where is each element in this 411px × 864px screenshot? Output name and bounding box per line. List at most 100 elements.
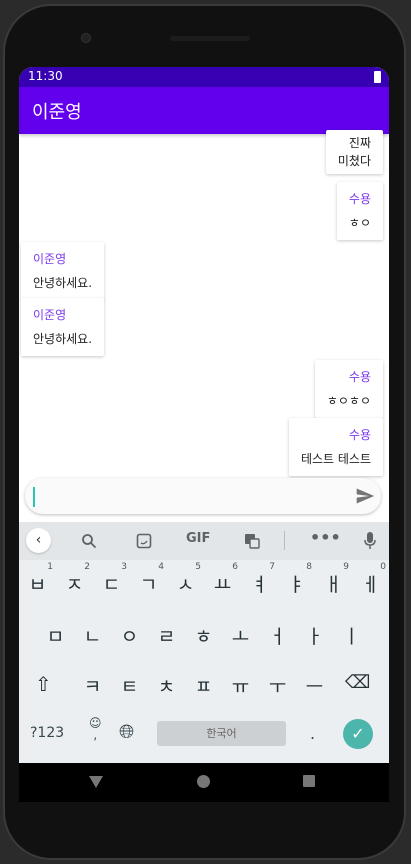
key[interactable]: ㅅ5 (167, 562, 204, 597)
key[interactable]: ㄷ3 (93, 562, 130, 597)
toolbar-divider (284, 531, 285, 550)
enter-check-icon[interactable]: ✓ (343, 719, 373, 749)
sender-name: 수용 (348, 370, 371, 384)
key-hint: 3 (121, 562, 127, 572)
key-hint: 4 (158, 562, 164, 572)
key-label: ㅇ (120, 626, 139, 648)
recents-nav-icon[interactable] (303, 775, 315, 787)
page-title: 이준영 (32, 102, 82, 123)
message-bubble: 수용 ㅎㅇㅎㅇ (314, 360, 383, 418)
navigation-bar (19, 763, 389, 802)
message-text: 안녕하세요. (33, 276, 93, 290)
key-label: ㅓ (268, 626, 287, 648)
key-label: ㅈ (65, 574, 84, 596)
chat-list[interactable]: 진짜 미쳤다 수용 ㅎㅇ 이준영 안녕하세요. 이준영 안녕하세요. 수용 ㅎㅇㅎㅇ 수용 테스트 … (19, 130, 389, 476)
key-hint: 7 (269, 562, 275, 572)
more-icon[interactable]: ••• (310, 528, 341, 547)
key[interactable]: ㅗ (222, 622, 259, 649)
key-label: ㅠ (231, 676, 250, 698)
key[interactable]: ㅡ (296, 672, 333, 699)
key-label: ㅕ (250, 574, 269, 596)
key[interactable]: ㅠ (222, 672, 259, 699)
message-bubble: 수용 ㅎㅇ (336, 182, 383, 240)
key-label: ㄷ (102, 574, 121, 596)
message-bubble: 진짜 미쳤다 (325, 130, 383, 174)
message-bubble: 이준영안녕하세요. (21, 298, 105, 356)
key[interactable]: ㅑ8 (278, 562, 315, 597)
key-label: ㅛ (213, 574, 232, 596)
key[interactable]: ㅜ (259, 672, 296, 699)
key-label: ㅁ (46, 626, 65, 648)
key-label: , (93, 728, 98, 742)
key-label: ㅋ (83, 676, 102, 698)
symbols-key[interactable]: ?123 (30, 725, 64, 741)
key[interactable]: ㅏ (296, 622, 333, 649)
status-time: 11:30 (28, 69, 63, 83)
comma-emoji-key[interactable]: ☺, (89, 717, 102, 741)
key-label: ㅗ (231, 626, 250, 648)
search-icon[interactable] (81, 533, 97, 549)
key[interactable]: ㅛ6 (204, 562, 241, 597)
message-input[interactable] (25, 478, 381, 514)
battery-icon (374, 71, 381, 83)
key[interactable]: ㄱ4 (130, 562, 167, 597)
key[interactable]: ㄴ (74, 622, 111, 649)
key-label: ㅏ (305, 626, 324, 648)
message-text: 안녕하세요. (33, 332, 93, 346)
period-key[interactable]: . (310, 724, 315, 743)
translate-icon[interactable] (244, 533, 260, 549)
keyboard: ‹ GIF ••• ㅂ1ㅈ2ㄷ3ㄱ4ㅅ5ㅛ6ㅕ7ㅑ8ㅐ9ㅔ0ㅁㄴㅇㄹㅎㅗㅓㅏㅣㅋ… (19, 522, 389, 763)
key[interactable]: ㅎ (185, 622, 222, 649)
key[interactable]: ㅍ (185, 672, 222, 699)
key[interactable]: ㅣ (333, 622, 370, 649)
sender-name: 이준영 (33, 308, 67, 322)
key[interactable]: ㅓ (259, 622, 296, 649)
sticker-icon[interactable] (136, 533, 152, 549)
key-hint: 1 (47, 562, 53, 572)
shift-key[interactable]: ⇧ (35, 672, 52, 696)
key-label: ㅡ (305, 676, 324, 698)
message-bubble: 수용테스트 테스트 (288, 418, 383, 476)
key[interactable]: ㅌ (111, 672, 148, 699)
key-label: ㄹ (157, 626, 176, 648)
key[interactable]: ㅐ9 (315, 562, 352, 597)
key-hint: 0 (380, 562, 386, 572)
message-text: 진짜 미쳤다 (337, 136, 371, 168)
key-hint: 6 (232, 562, 238, 572)
key[interactable]: ㅋ (74, 672, 111, 699)
chevron-left-icon[interactable]: ‹ (26, 528, 51, 553)
home-nav-icon[interactable] (197, 775, 210, 788)
sender-name: 수용 (348, 192, 371, 206)
key[interactable]: ㅁ (37, 622, 74, 649)
key-hint: 9 (343, 562, 349, 572)
status-bar: 11:30 (19, 67, 389, 87)
key-label: ㅔ (361, 574, 380, 596)
key[interactable]: ㅕ7 (241, 562, 278, 597)
mic-icon[interactable] (364, 532, 376, 550)
message-text: ㅎㅇㅎㅇ (326, 394, 371, 408)
key-label: ㅑ (287, 574, 306, 596)
key[interactable]: ㅇ (111, 622, 148, 649)
key-hint: 5 (195, 562, 201, 572)
key-label: ㅐ (324, 574, 343, 596)
send-icon[interactable] (355, 486, 375, 506)
speaker (170, 36, 250, 41)
key[interactable]: ㄹ (148, 622, 185, 649)
back-nav-icon[interactable] (89, 775, 103, 789)
key[interactable]: ㅂ1 (19, 562, 56, 597)
backspace-icon[interactable]: ⌫ (345, 672, 370, 693)
key-hint: 8 (306, 562, 312, 572)
screen: 11:30 이준영 진짜 미쳤다 수용 ㅎㅇ 이준영 안녕하세요. 이준영 안녕하세요. 수용… (19, 67, 389, 802)
message-bubble: 이준영 안녕하세요. (21, 242, 105, 300)
key-label: ㅎ (194, 626, 213, 648)
key-label: ㅊ (157, 676, 176, 698)
globe-icon[interactable]: 🌐︎ (119, 721, 134, 743)
sender-name: 수용 (348, 428, 371, 442)
app-bar: 이준영 (19, 87, 389, 134)
message-text: 테스트 테스트 (300, 452, 371, 466)
gif-button[interactable]: GIF (186, 531, 210, 546)
key[interactable]: ㅊ (148, 672, 185, 699)
key[interactable]: ㅈ2 (56, 562, 93, 597)
key[interactable]: ㅔ0 (352, 562, 389, 597)
space-key[interactable]: 한국어 (157, 721, 286, 746)
